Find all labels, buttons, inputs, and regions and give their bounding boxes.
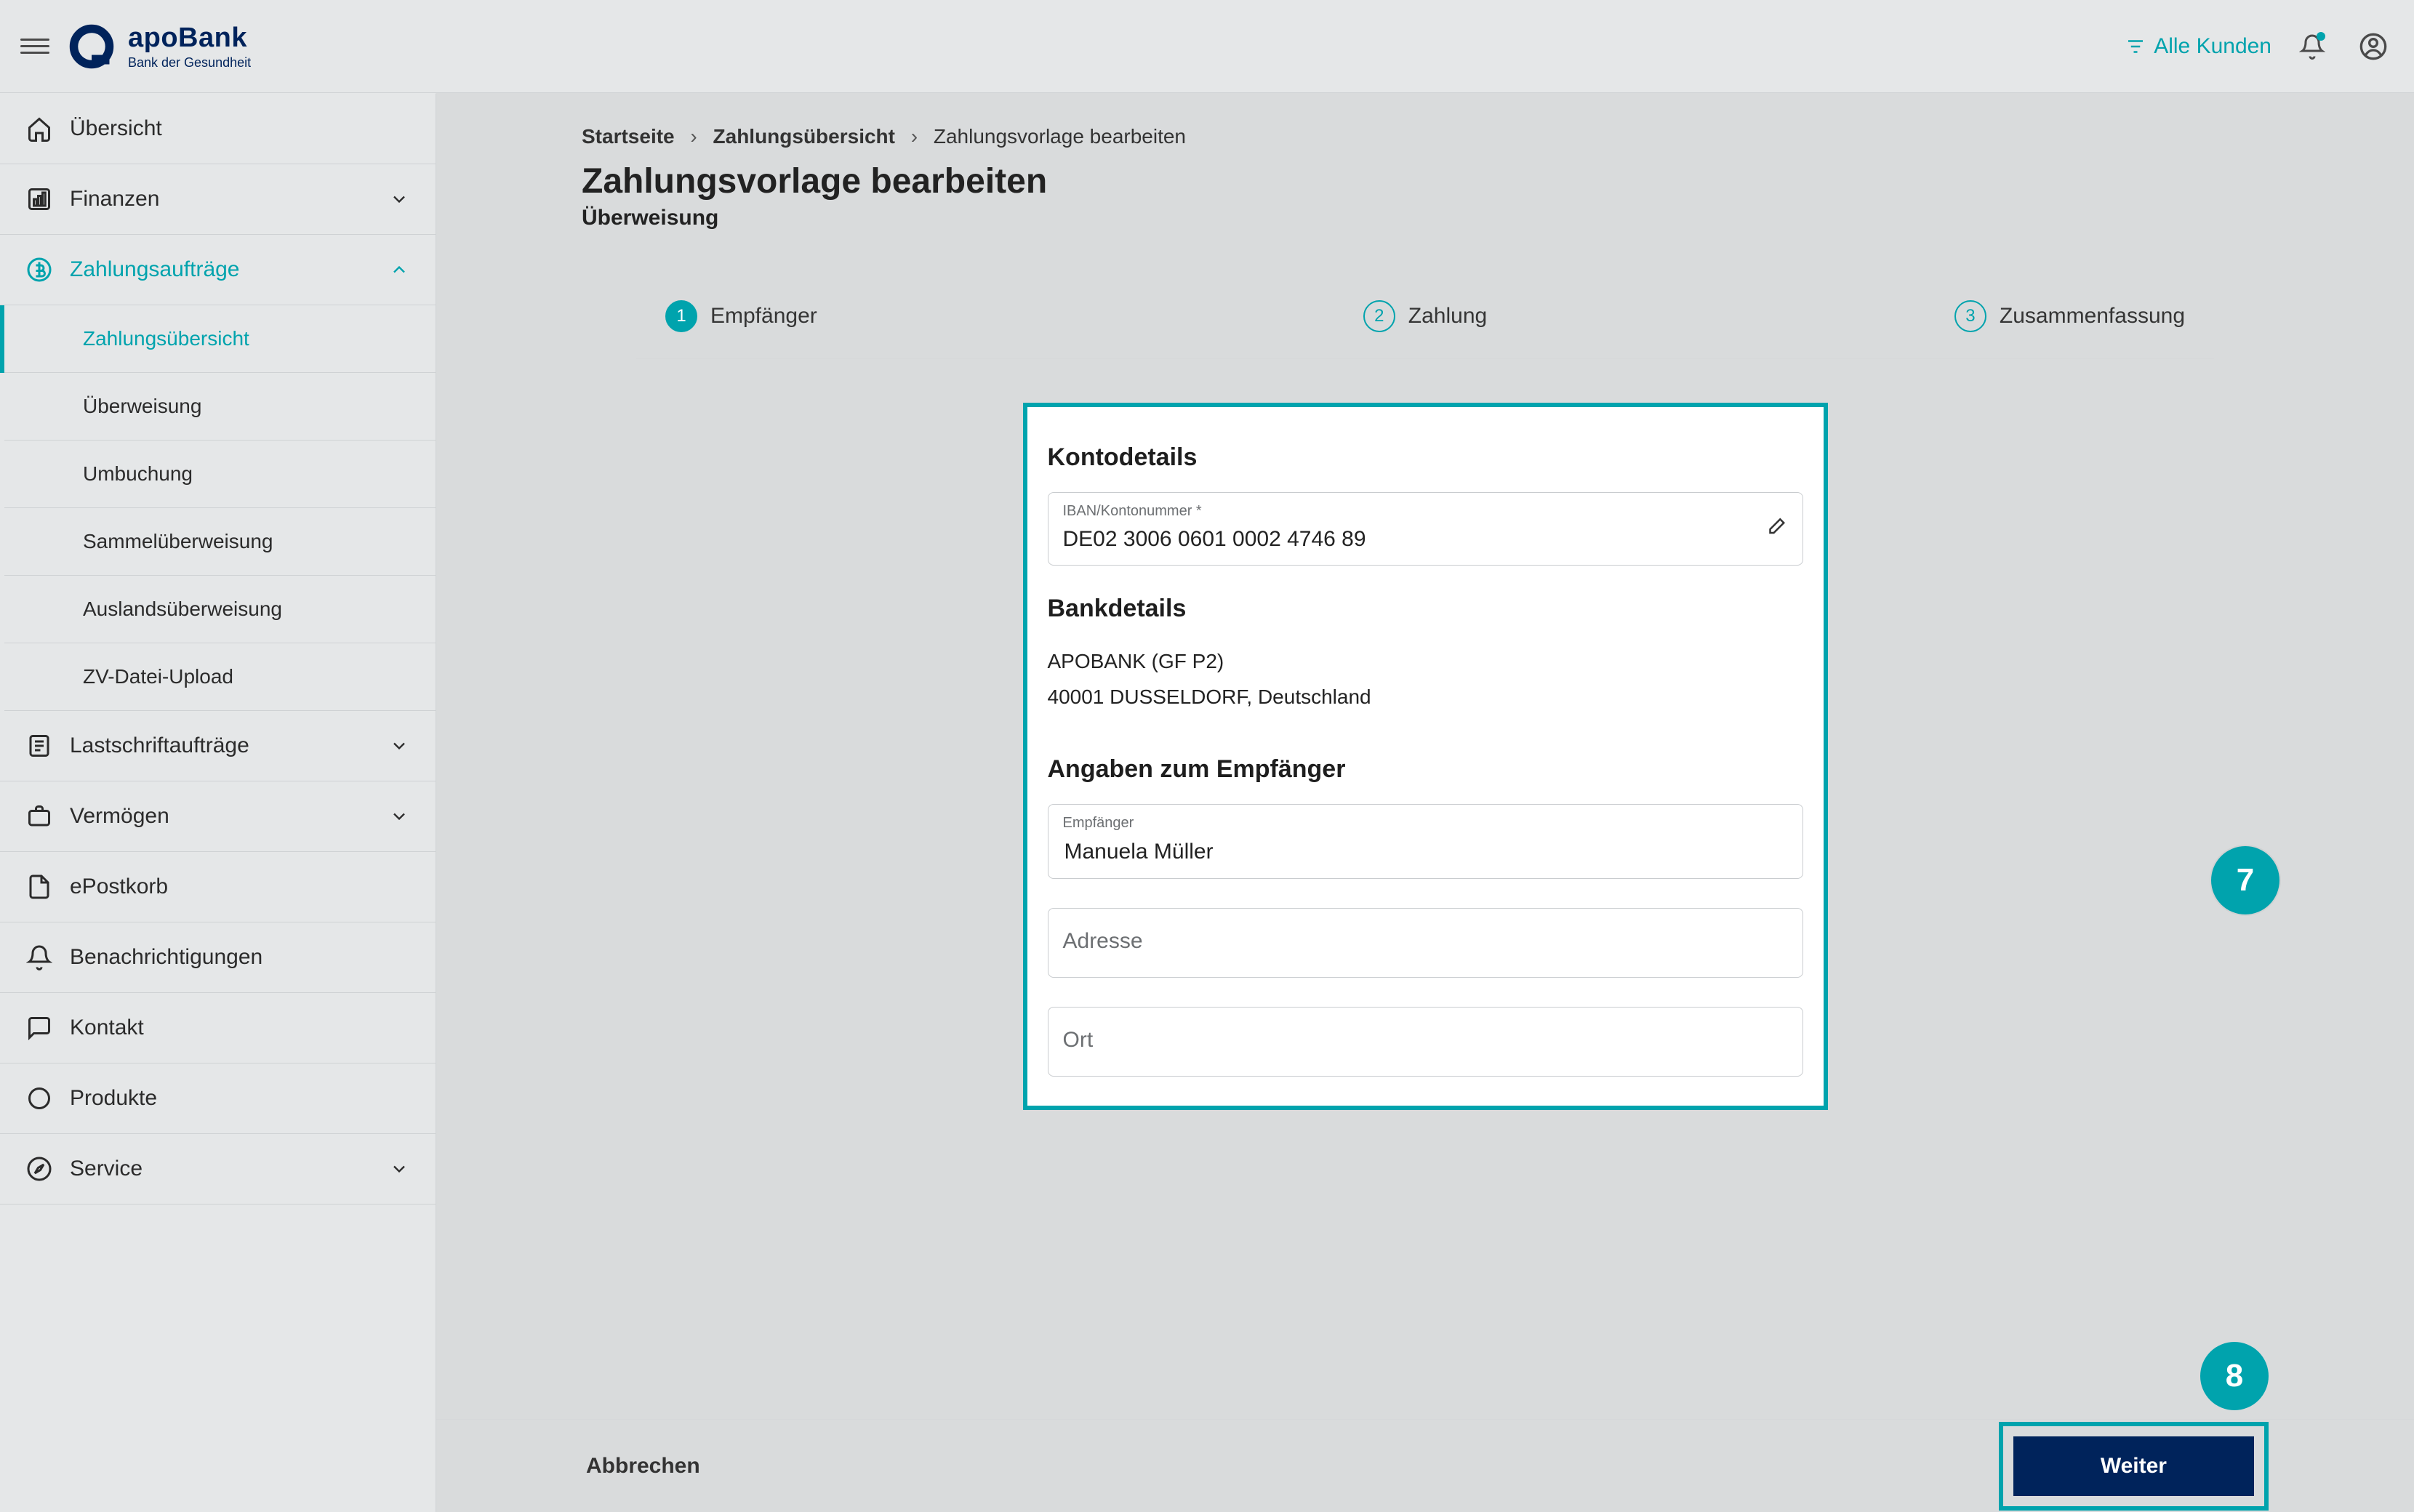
page-subtitle: Überweisung (582, 206, 2269, 230)
chevron-up-icon (389, 260, 409, 280)
recipient-label: Empfänger (1063, 815, 1788, 832)
brand-logo[interactable]: apoBank Bank der Gesundheit (65, 20, 251, 73)
sidebar-item-products[interactable]: Produkte (0, 1063, 436, 1134)
notifications-button[interactable] (2292, 26, 2333, 67)
breadcrumb-current: Zahlungsvorlage bearbeiten (934, 125, 1186, 148)
sidebar-item-epost[interactable]: ePostkorb (0, 852, 436, 922)
list-icon (26, 733, 52, 759)
sidebar-item-label: Service (70, 1157, 143, 1181)
edit-icon[interactable] (1765, 516, 1787, 542)
sidebar-item-label: Übersicht (70, 116, 162, 141)
recipient-field[interactable]: Empfänger (1048, 804, 1803, 879)
chevron-down-icon (389, 806, 409, 827)
breadcrumb-payments[interactable]: Zahlungsübersicht (713, 125, 895, 148)
iban-value: DE02 3006 0601 0002 4746 89 (1063, 527, 1366, 551)
iban-label: IBAN/Kontonummer * (1063, 503, 1788, 520)
step-payment[interactable]: 2 Zahlung (1187, 300, 1664, 332)
step-label: Empfänger (710, 304, 817, 329)
step-label: Zahlung (1408, 304, 1487, 329)
notification-dot (2317, 32, 2325, 41)
account-button[interactable] (2353, 26, 2394, 67)
sidebar-sub-payments-overview[interactable]: Zahlungsübersicht (0, 305, 436, 373)
compass-icon (26, 1156, 52, 1182)
sidebar-item-finance[interactable]: Finanzen (0, 164, 436, 235)
bell-icon (26, 944, 52, 970)
file-icon (26, 874, 52, 900)
sidebar-item-contact[interactable]: Kontakt (0, 993, 436, 1063)
breadcrumb: Startseite › Zahlungsübersicht › Zahlung… (582, 125, 2269, 148)
circle-icon (26, 1085, 52, 1111)
topbar: apoBank Bank der Gesundheit Alle Kunden (0, 0, 2414, 93)
briefcase-icon (26, 803, 52, 829)
cancel-button[interactable]: Abbrechen (582, 1453, 705, 1479)
main: Startseite › Zahlungsübersicht › Zahlung… (436, 93, 2414, 1512)
recipient-input[interactable] (1063, 839, 1788, 865)
customers-label: Alle Kunden (2154, 34, 2271, 59)
sidebar-item-label: Produkte (70, 1086, 157, 1111)
payments-icon (26, 257, 52, 283)
step-label: Zusammenfassung (2000, 304, 2185, 329)
sidebar-item-label: Finanzen (70, 187, 159, 212)
sidebar-item-payments[interactable]: Zahlungsaufträge (0, 235, 436, 305)
annotation-badge-8: 8 (2200, 1342, 2269, 1410)
sidebar-item-label: Zahlungsaufträge (70, 257, 240, 282)
chevron-down-icon (389, 189, 409, 209)
iban-field[interactable]: IBAN/Kontonummer * DE02 3006 0601 0002 4… (1048, 492, 1803, 566)
logo-icon (65, 20, 118, 73)
sidebar-item-label: Lastschriftaufträge (70, 733, 249, 758)
breadcrumb-home[interactable]: Startseite (582, 125, 675, 148)
sidebar-sub-batch-transfer[interactable]: Sammelüberweisung (0, 508, 436, 576)
bank-name: APOBANK (GF P2) (1048, 643, 1803, 679)
brand-tagline: Bank der Gesundheit (128, 55, 251, 71)
bank-details: APOBANK (GF P2) 40001 DUSSELDORF, Deutsc… (1048, 643, 1803, 715)
customers-filter[interactable]: Alle Kunden (2125, 34, 2271, 59)
sidebar-item-wealth[interactable]: Vermögen (0, 781, 436, 852)
sidebar-item-overview[interactable]: Übersicht (0, 94, 436, 164)
chevron-down-icon (389, 1159, 409, 1179)
form-card: Kontodetails IBAN/Kontonummer * DE02 300… (1023, 403, 1828, 1110)
address-label: Adresse (1063, 929, 1788, 954)
section-account-title: Kontodetails (1048, 443, 1803, 472)
city-field[interactable]: Ort (1048, 1007, 1803, 1077)
next-button-highlight: Weiter (1999, 1422, 2269, 1511)
chat-icon (26, 1015, 52, 1041)
home-icon (26, 116, 52, 142)
sidebar-sub-file-upload[interactable]: ZV-Datei-Upload (0, 643, 436, 711)
sidebar-item-service[interactable]: Service (0, 1134, 436, 1205)
next-button[interactable]: Weiter (2013, 1436, 2254, 1496)
section-bank-title: Bankdetails (1048, 595, 1803, 623)
sidebar-sub-rebooking[interactable]: Umbuchung (0, 441, 436, 508)
finance-icon (26, 186, 52, 212)
annotation-badge-7: 7 (2211, 846, 2279, 914)
step-summary[interactable]: 3 Zusammenfassung (1707, 300, 2185, 332)
sidebar-item-label: ePostkorb (70, 874, 168, 899)
section-recipient-title: Angaben zum Empfänger (1048, 755, 1803, 784)
sidebar-item-notifications[interactable]: Benachrichtigungen (0, 922, 436, 993)
page-title: Zahlungsvorlage bearbeiten (582, 161, 2269, 201)
stepper: 1 Empfänger 2 Zahlung 3 Zusammenfassung (636, 274, 2214, 359)
chevron-down-icon (389, 736, 409, 756)
sidebar-item-direct-debit[interactable]: Lastschriftaufträge (0, 711, 436, 781)
sidebar-item-label: Kontakt (70, 1016, 144, 1040)
sidebar-item-label: Vermögen (70, 804, 169, 829)
address-field[interactable]: Adresse (1048, 908, 1803, 978)
step-recipient[interactable]: 1 Empfänger (665, 300, 1143, 332)
sidebar-sub-foreign-transfer[interactable]: Auslandsüberweisung (0, 576, 436, 643)
sidebar-sub-transfer[interactable]: Überweisung (0, 373, 436, 441)
brand-name: apoBank (128, 23, 247, 53)
menu-toggle[interactable] (20, 32, 49, 61)
sidebar: Übersicht Finanzen Zahlungsaufträge Zahl… (0, 93, 436, 1512)
city-label: Ort (1063, 1028, 1788, 1053)
bank-address: 40001 DUSSELDORF, Deutschland (1048, 679, 1803, 715)
sidebar-item-label: Benachrichtigungen (70, 945, 262, 970)
footer-actions: Abbrechen 8 Weiter (436, 1419, 2414, 1512)
